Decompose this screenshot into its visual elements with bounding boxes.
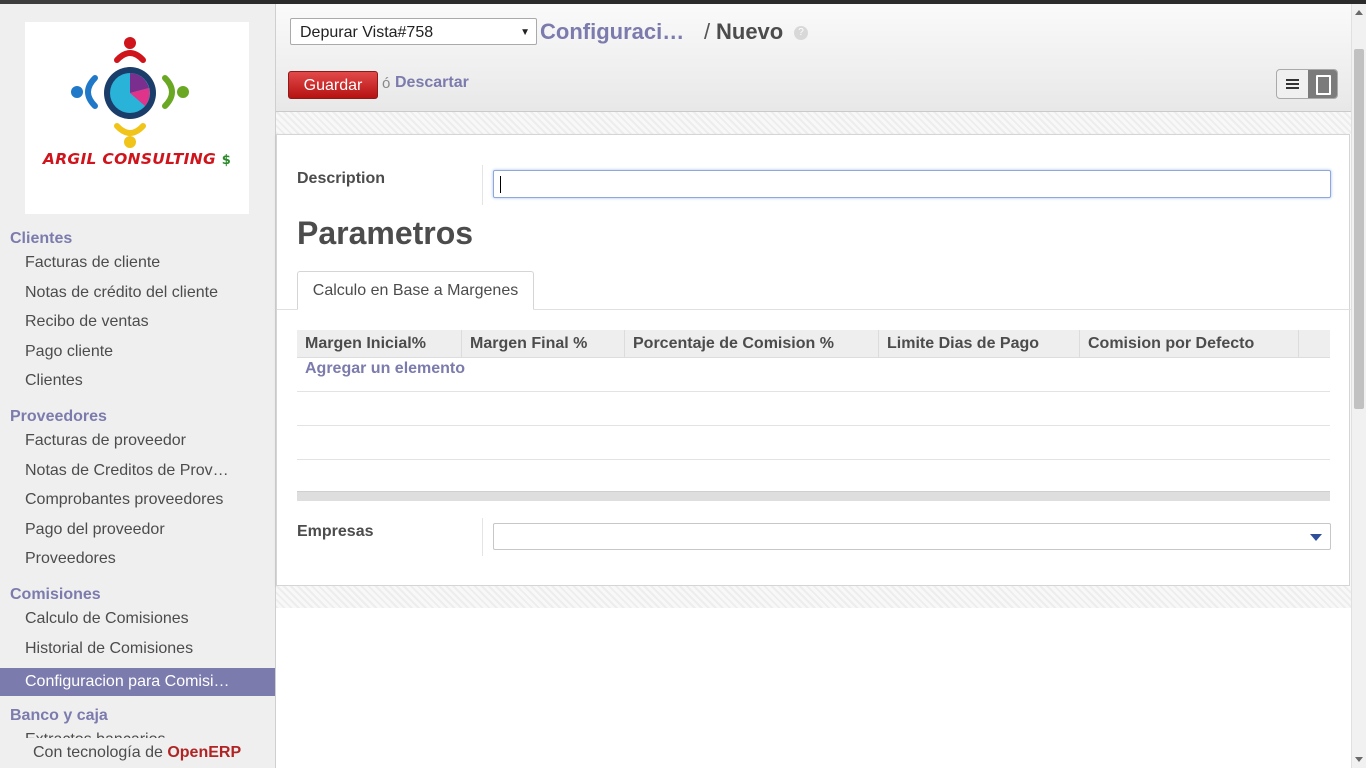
menu-item-pago-proveedor[interactable]: Pago del proveedor bbox=[0, 516, 275, 544]
sheet-background-top bbox=[276, 112, 1351, 134]
column-limite-dias-pago[interactable]: Limite Dias de Pago bbox=[879, 330, 1080, 357]
sidebar: ARGIL CONSULTING $ Clientes Facturas de … bbox=[0, 4, 276, 768]
menu-item-comprobantes-proveedores[interactable]: Comprobantes proveedores bbox=[0, 486, 275, 514]
logo-people-icon bbox=[71, 37, 189, 148]
form-content: Description Parametros Calculo en Base a… bbox=[276, 112, 1351, 768]
view-switcher bbox=[1276, 69, 1338, 99]
menu-item-historial-comisiones[interactable]: Historial de Comisiones bbox=[0, 635, 275, 663]
dropdown-caret-icon: ▼ bbox=[520, 27, 530, 38]
description-label: Description bbox=[297, 170, 386, 187]
empresas-label: Empresas bbox=[297, 523, 374, 540]
column-margen-inicial[interactable]: Margen Inicial% bbox=[297, 330, 462, 357]
description-input[interactable] bbox=[493, 170, 1331, 198]
table-row bbox=[297, 459, 1330, 460]
scrollbar-thumb[interactable] bbox=[1354, 49, 1364, 409]
form-sheet: Description Parametros Calculo en Base a… bbox=[276, 134, 1351, 586]
debug-view-select-value: Depurar Vista#758 bbox=[300, 24, 434, 41]
section-title: Parametros bbox=[297, 215, 474, 251]
save-button[interactable]: Guardar bbox=[288, 71, 378, 99]
powered-by-prefix: Con tecnología de bbox=[33, 744, 163, 761]
or-separator: ó bbox=[382, 75, 391, 92]
view-header: Depurar Vista#758 ▼ Configuraci… / Nuevo… bbox=[276, 4, 1351, 112]
column-margen-final[interactable]: Margen Final % bbox=[462, 330, 625, 357]
empresas-field[interactable] bbox=[493, 523, 1331, 550]
menu-item-notas-credito-cliente[interactable]: Notas de crédito del cliente bbox=[0, 279, 275, 307]
vertical-scrollbar[interactable] bbox=[1351, 4, 1366, 768]
table-footer bbox=[297, 491, 1330, 501]
column-porcentaje-comision[interactable]: Porcentaje de Comision % bbox=[625, 330, 879, 357]
form-view-button[interactable] bbox=[1308, 70, 1337, 98]
help-icon[interactable]: ? bbox=[794, 26, 808, 40]
column-comision-defecto[interactable]: Comision por Defecto bbox=[1080, 330, 1299, 357]
powered-by-brand[interactable]: OpenERP bbox=[167, 744, 241, 761]
debug-view-select[interactable]: Depurar Vista#758 ▼ bbox=[290, 18, 537, 45]
sheet-background-bottom bbox=[276, 586, 1351, 608]
margins-table-header: Margen Inicial% Margen Final % Porcentaj… bbox=[297, 330, 1330, 358]
discard-button[interactable]: Descartar bbox=[395, 74, 469, 92]
table-row bbox=[297, 425, 1330, 426]
logo-company-name: ARGIL CONSULTING bbox=[42, 150, 217, 168]
menu-item-facturas-proveedor[interactable]: Facturas de proveedor bbox=[0, 427, 275, 455]
form-view-icon bbox=[1316, 75, 1331, 95]
tab-calculo-margenes[interactable]: Calculo en Base a Margenes bbox=[297, 271, 534, 310]
breadcrumb-parent[interactable]: Configuraci… bbox=[540, 18, 684, 46]
menu-section-clientes[interactable]: Clientes bbox=[10, 230, 72, 248]
menu-item-recibo-ventas[interactable]: Recibo de ventas bbox=[0, 308, 275, 336]
list-view-button[interactable] bbox=[1277, 70, 1307, 98]
scroll-up-arrow-icon[interactable] bbox=[1355, 10, 1363, 15]
table-row bbox=[297, 391, 1330, 392]
menu-item-facturas-cliente[interactable]: Facturas de cliente bbox=[0, 249, 275, 277]
menu-item-configuracion-comisiones[interactable]: Configuracion para Comisi… bbox=[0, 668, 275, 696]
add-item-link[interactable]: Agregar un elemento bbox=[305, 360, 465, 378]
breadcrumb-separator: / bbox=[704, 19, 711, 44]
text-cursor bbox=[500, 176, 501, 193]
menu-item-proveedores[interactable]: Proveedores bbox=[0, 545, 275, 573]
menu-section-comisiones[interactable]: Comisiones bbox=[10, 586, 101, 604]
menu-item-pago-cliente[interactable]: Pago cliente bbox=[0, 338, 275, 366]
menu-section-banco-caja[interactable]: Banco y caja bbox=[10, 707, 108, 725]
menu-item-calculo-comisiones[interactable]: Calculo de Comisiones bbox=[0, 605, 275, 633]
powered-by-footer: Con tecnología de OpenERP bbox=[0, 738, 275, 768]
menu-item-notas-creditos-prov[interactable]: Notas de Creditos de Prov… bbox=[0, 457, 275, 485]
scroll-down-arrow-icon[interactable] bbox=[1355, 757, 1363, 762]
dropdown-arrow-icon[interactable] bbox=[1310, 534, 1322, 541]
breadcrumb-current: Nuevo bbox=[716, 19, 784, 44]
company-logo: ARGIL CONSULTING $ bbox=[25, 22, 249, 214]
logo-dollar-symbol: $ bbox=[221, 153, 232, 168]
menu-item-clientes[interactable]: Clientes bbox=[0, 367, 275, 395]
menu-section-proveedores[interactable]: Proveedores bbox=[10, 408, 107, 426]
